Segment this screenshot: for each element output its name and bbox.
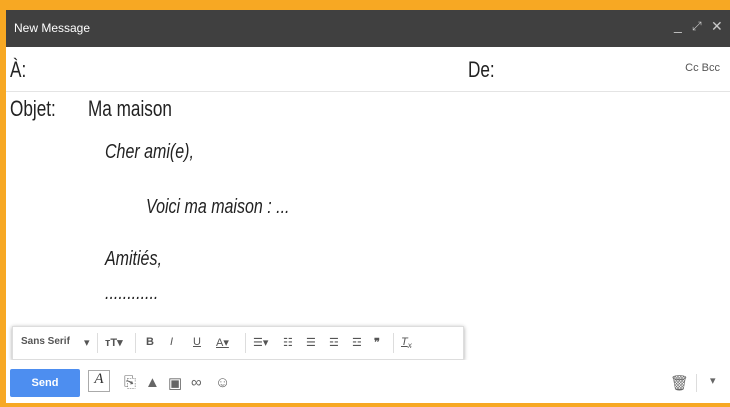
chevron-down-icon[interactable]: ▾	[84, 336, 90, 349]
italic-icon[interactable]: I	[170, 336, 173, 348]
quote-icon[interactable]: ❞	[374, 336, 380, 349]
title-bar: New Message _ ⤢ ✕	[6, 10, 730, 47]
photo-icon[interactable]: ▣	[168, 374, 182, 392]
signature-text: ............	[105, 282, 159, 304]
numbered-list-icon[interactable]: ☷	[283, 336, 293, 349]
from-label: De:	[468, 57, 495, 82]
align-icon[interactable]: ☰▾	[253, 336, 268, 349]
trash-icon[interactable]: 🗑	[670, 374, 689, 392]
attach-icon[interactable]: ⎘	[124, 374, 136, 391]
indent-less-icon[interactable]: ☲	[329, 336, 339, 349]
indent-more-icon[interactable]: ☲	[352, 336, 362, 349]
subject-value[interactable]: Ma maison	[88, 96, 172, 122]
underline-icon[interactable]: U	[193, 336, 201, 348]
formatting-options-icon[interactable]: A	[88, 370, 110, 392]
compose-window: New Message _ ⤢ ✕ À: De: Cc Bcc Objet: M…	[6, 10, 730, 403]
recipients-row[interactable]: À: De: Cc Bcc	[6, 47, 730, 92]
bottom-toolbar: Send A ⎘ ▲ ▣ ∞ ☺ 🗑 ▾	[6, 360, 730, 403]
cc-bcc-link[interactable]: Cc Bcc	[685, 62, 720, 74]
remove-formatting-icon[interactable]: Tx	[401, 336, 412, 350]
divider	[393, 333, 394, 353]
close-icon[interactable]: ✕	[711, 18, 723, 35]
text-size-icon[interactable]: тT▾	[105, 336, 123, 349]
more-options-icon[interactable]: ▾	[710, 374, 716, 387]
text-color-icon[interactable]: A▾	[216, 336, 229, 349]
drive-icon[interactable]: ▲	[145, 374, 160, 391]
divider	[97, 333, 98, 353]
divider	[696, 374, 697, 392]
send-button[interactable]: Send	[10, 369, 80, 397]
expand-icon[interactable]: ⤢	[692, 19, 702, 34]
minimize-icon[interactable]: _	[674, 17, 682, 33]
closing-text: Amitiés,	[105, 248, 162, 270]
bold-icon[interactable]: B	[146, 336, 154, 348]
body-text: Voici ma maison : ...	[146, 196, 290, 218]
divider	[245, 333, 246, 353]
emoji-icon[interactable]: ☺	[215, 374, 230, 391]
greeting-text: Cher ami(e),	[105, 141, 194, 163]
subject-row[interactable]: Objet: Ma maison	[6, 92, 730, 128]
subject-label: Objet:	[10, 96, 56, 121]
link-icon[interactable]: ∞	[191, 374, 202, 391]
window-title: New Message	[14, 21, 91, 35]
font-select[interactable]: Sans Serif	[21, 336, 70, 347]
bulleted-list-icon[interactable]: ☰	[306, 336, 316, 349]
divider	[135, 333, 136, 353]
to-label: À:	[10, 57, 27, 82]
formatting-toolbar: Sans Serif ▾ тT▾ B I U A▾ ☰▾ ☷ ☰ ☲ ☲ ❞ T…	[12, 326, 464, 360]
